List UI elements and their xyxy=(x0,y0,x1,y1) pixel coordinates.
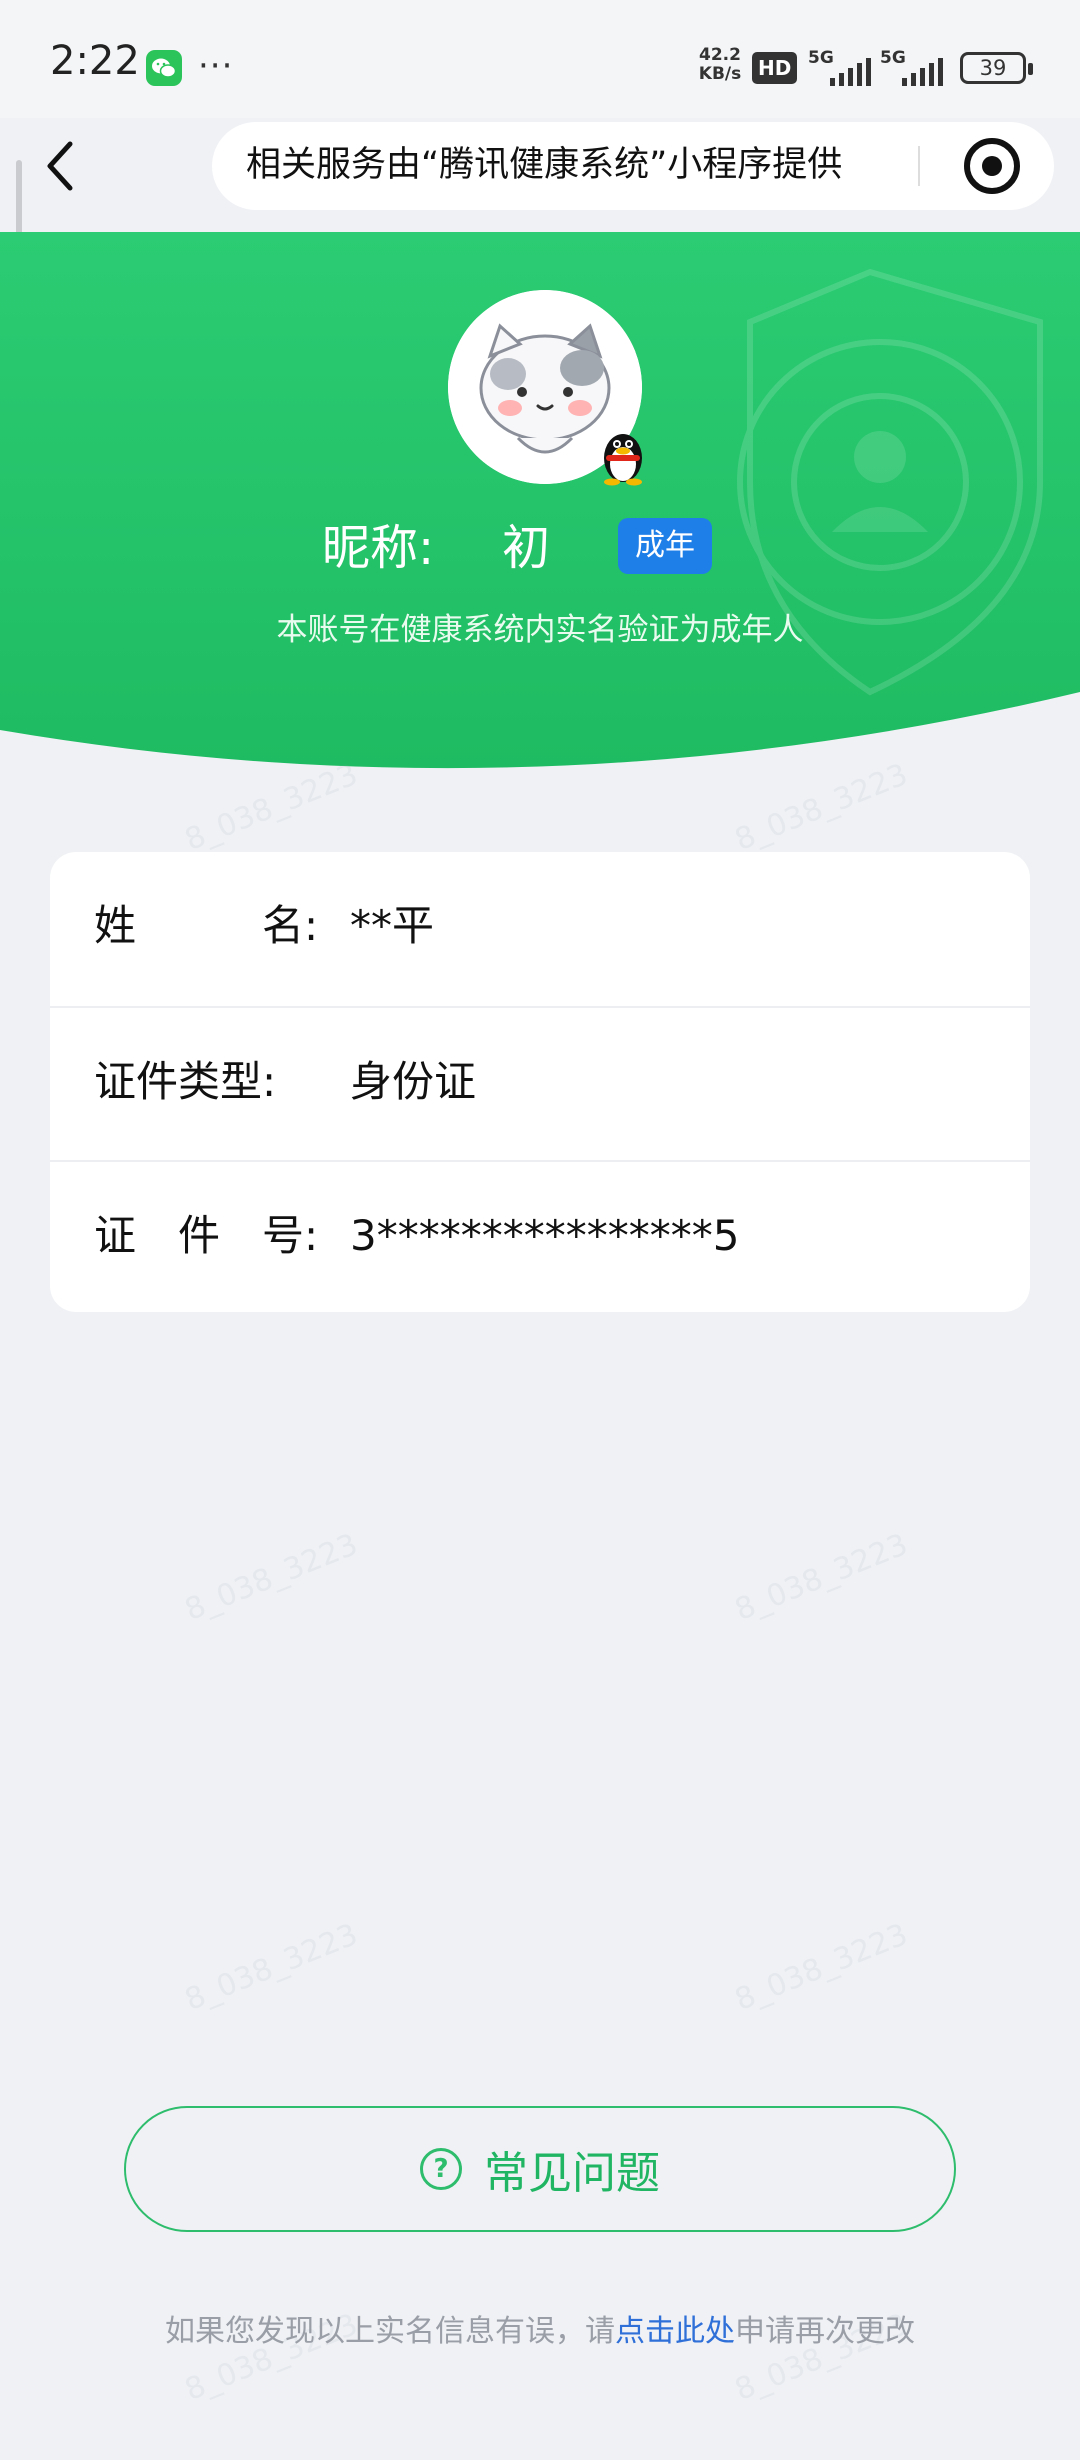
health-system-realname-page: 2:22 ··· 42.2 KB/s HD 5G 5G 39 相关服务由“腾讯健… xyxy=(0,0,1080,2460)
verification-note: 本账号在健康系统内实名验证为成年人 xyxy=(276,612,804,648)
status-time: 2:22 xyxy=(50,38,140,84)
watermark: 8_038_3223 xyxy=(180,1917,363,2018)
info-label: 姓 名: xyxy=(94,901,319,950)
status-bar: 2:22 ··· 42.2 KB/s HD 5G 5G 39 xyxy=(0,0,1080,118)
chevron-left-icon xyxy=(47,141,73,191)
info-row-id-type: 证件类型: 身份证 xyxy=(50,1006,1030,1160)
network-speed-value: 42.2 xyxy=(699,45,741,65)
wechat-status-icon xyxy=(146,50,182,86)
correction-note-suffix: 申请再次更改 xyxy=(735,2314,915,2349)
info-label: 证件类型: xyxy=(94,1057,277,1106)
nickname-label: 昵称: xyxy=(322,520,435,576)
hd-icon: HD xyxy=(752,52,798,84)
service-provider-banner: 相关服务由“腾讯健康系统”小程序提供 xyxy=(246,145,843,185)
watermark: 8_038_3223 xyxy=(180,1527,363,1628)
correction-link[interactable]: 点击此处 xyxy=(615,2314,735,2349)
back-button[interactable] xyxy=(36,128,92,204)
nickname-value: 初 xyxy=(502,520,551,576)
info-value: 3****************5 xyxy=(350,1211,740,1260)
miniprogram-close-icon[interactable] xyxy=(964,138,1020,194)
correction-note-prefix: 如果您发现以上实名信息有误，请 xyxy=(165,2314,615,2349)
realname-info-card: 姓 名: **平 证件类型: 身份证 证 件 号: 3*************… xyxy=(50,852,1030,1312)
signal-5g-icon: 5G xyxy=(808,48,876,86)
qq-penguin-icon xyxy=(596,424,650,486)
battery-icon: 39 xyxy=(960,52,1033,84)
question-circle-icon: ? xyxy=(420,2148,462,2190)
info-value: **平 xyxy=(350,901,435,950)
watermark: 8_038_3223 xyxy=(730,1917,913,2018)
capsule-divider xyxy=(918,146,920,186)
network-speed-unit: KB/s xyxy=(698,64,742,84)
watermark: 8_038_3223 xyxy=(730,1527,913,1628)
adult-status-badge: 成年 xyxy=(618,518,712,574)
info-label: 证 件 号: xyxy=(94,1211,319,1260)
correction-note: 如果您发现以上实名信息有误，请点击此处申请再次更改 xyxy=(0,2306,1080,2350)
faq-button[interactable]: ? 常见问题 xyxy=(124,2106,956,2232)
network-speed: 42.2 KB/s xyxy=(694,46,746,84)
status-more-icon: ··· xyxy=(198,46,234,86)
info-row-id-number: 证 件 号: 3****************5 xyxy=(50,1160,1030,1312)
info-value: 身份证 xyxy=(350,1057,477,1106)
signal-5g-icon: 5G xyxy=(880,48,948,86)
faq-label: 常见问题 xyxy=(484,2148,660,2199)
miniprogram-capsule: 相关服务由“腾讯健康系统”小程序提供 xyxy=(212,122,1054,210)
info-row-name: 姓 名: **平 xyxy=(50,852,1030,1006)
